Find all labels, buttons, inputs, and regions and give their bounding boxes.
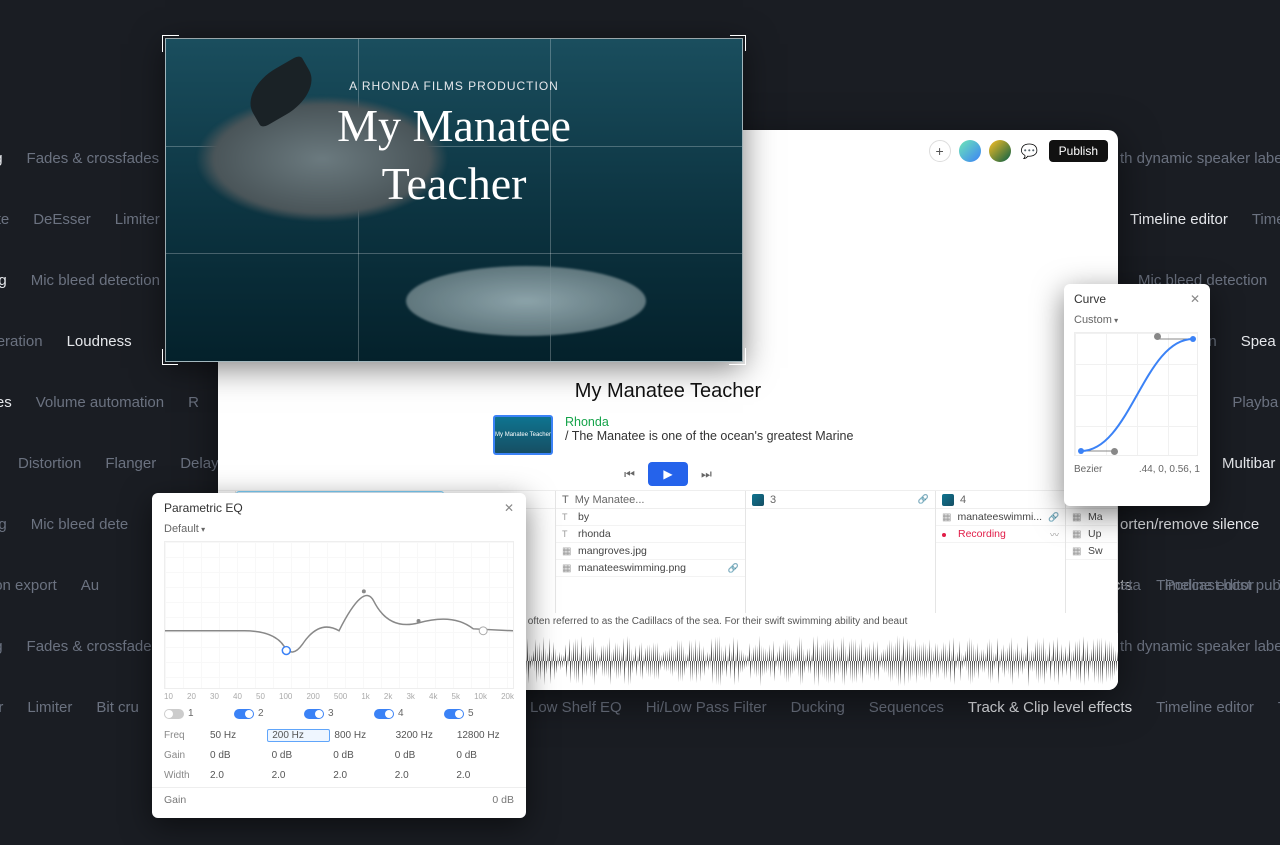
track-header: My Manatee... bbox=[575, 494, 645, 506]
curve-handle[interactable] bbox=[1111, 448, 1118, 455]
eq-band-toggle[interactable]: 5 bbox=[444, 708, 514, 719]
link-icon: 🔗 bbox=[918, 494, 929, 505]
eq-row-label: Freq bbox=[164, 730, 206, 741]
eq-width-value[interactable]: 2.0 bbox=[329, 770, 391, 781]
add-button[interactable]: + bbox=[929, 140, 951, 162]
eq-band-toggle[interactable]: 2 bbox=[234, 708, 304, 719]
eq-gain-value[interactable]: 0 dB bbox=[268, 750, 330, 761]
parametric-eq-panel[interactable]: Parametric EQ ✕ Default 10203040501002005… bbox=[152, 493, 526, 818]
eq-freq-value[interactable]: 12800 Hz bbox=[453, 730, 514, 741]
preview-title: My ManateeTeacher bbox=[166, 97, 742, 212]
scene-number: 3 bbox=[770, 494, 776, 506]
timeline-col-tracks[interactable]: TMy Manatee... Tby Trhonda ▦mangroves.jp… bbox=[556, 491, 746, 613]
track-row: mangroves.jpg bbox=[578, 545, 647, 557]
track-row: manateeswimmi... bbox=[957, 511, 1042, 523]
eq-graph[interactable] bbox=[164, 541, 514, 689]
curve-graph[interactable] bbox=[1074, 332, 1198, 456]
video-preview[interactable]: A RHONDA FILMS PRODUCTION My ManateeTeac… bbox=[165, 38, 743, 362]
manatee-graphic-2 bbox=[406, 266, 646, 336]
track-row: manateeswimming.png bbox=[578, 562, 686, 574]
close-icon[interactable]: ✕ bbox=[504, 501, 514, 515]
track-row: Up bbox=[1088, 528, 1101, 540]
preview-subtitle: A RHONDA FILMS PRODUCTION bbox=[166, 79, 742, 93]
eq-band-toggles: 12345 bbox=[152, 704, 526, 723]
playback-controls: ⏮ ▶ ⏭ bbox=[218, 462, 1118, 486]
curve-handle[interactable] bbox=[1154, 333, 1161, 340]
eq-width-value[interactable]: 2.0 bbox=[391, 770, 453, 781]
curve-values: .44, 0, 0.56, 1 bbox=[1139, 464, 1200, 475]
document-title[interactable]: My Manatee Teacher bbox=[218, 380, 1118, 403]
caption: They're often referred to as the Cadilla… bbox=[486, 613, 1118, 633]
avatar-1[interactable] bbox=[959, 140, 981, 162]
speaker-name[interactable]: Rhonda bbox=[493, 415, 1058, 429]
timeline-col-3[interactable]: 3🔗 bbox=[746, 491, 936, 613]
eq-width-value[interactable]: 2.0 bbox=[452, 770, 514, 781]
next-button[interactable]: ⏭ bbox=[692, 463, 720, 485]
editor-topbar: + 💬 Publish bbox=[929, 140, 1108, 162]
scene-icon bbox=[752, 494, 764, 506]
eq-preset-dropdown[interactable]: Default bbox=[152, 523, 526, 541]
track-row: Sw bbox=[1088, 545, 1103, 557]
eq-freq-value[interactable]: 50 Hz bbox=[206, 730, 267, 741]
eq-row-label: Width bbox=[164, 770, 206, 781]
eq-footer-label: Gain bbox=[164, 794, 186, 806]
eq-freq-value[interactable]: 3200 Hz bbox=[392, 730, 453, 741]
eq-band-toggle[interactable]: 3 bbox=[304, 708, 374, 719]
eq-width-value[interactable]: 2.0 bbox=[206, 770, 268, 781]
script-line[interactable]: / The Manatee is one of the ocean's grea… bbox=[493, 429, 1058, 443]
scene-icon bbox=[942, 494, 954, 506]
link-icon: 🔗 bbox=[728, 563, 739, 574]
link-icon: 🔗 bbox=[1048, 512, 1059, 523]
script-thumbnail[interactable]: My Manatee Teacher bbox=[493, 415, 553, 455]
prev-button[interactable]: ⏮ bbox=[616, 463, 644, 485]
track-row: Ma bbox=[1088, 511, 1103, 523]
publish-button[interactable]: Publish bbox=[1049, 140, 1108, 162]
timeline-col-4[interactable]: 4 ▦manateeswimmi...🔗 Recording〰 bbox=[936, 491, 1066, 613]
curve-panel[interactable]: Curve ✕ Custom Bezier .44, 0, 0.56, 1 bbox=[1064, 284, 1210, 506]
eq-footer-value: 0 dB bbox=[492, 794, 514, 806]
timeline-col-5[interactable]: ▦Ma ▦Up ▦Sw bbox=[1066, 491, 1118, 613]
curve-title: Curve bbox=[1074, 292, 1106, 306]
eq-x-ticks: 10203040501002005001k2k3k4k5k10k20k bbox=[152, 689, 526, 704]
wave-icon: 〰 bbox=[1050, 528, 1059, 541]
close-icon[interactable]: ✕ bbox=[1190, 292, 1200, 306]
script-area[interactable]: My Manatee Teacher Rhonda / The Manatee … bbox=[493, 415, 1058, 455]
eq-title: Parametric EQ bbox=[164, 501, 243, 515]
eq-gain-value[interactable]: 0 dB bbox=[329, 750, 391, 761]
eq-width-value[interactable]: 2.0 bbox=[268, 770, 330, 781]
eq-freq-value[interactable]: 800 Hz bbox=[330, 730, 391, 741]
track-row-recording: Recording bbox=[958, 528, 1006, 540]
avatar-2[interactable] bbox=[989, 140, 1011, 162]
track-row: by bbox=[578, 511, 589, 523]
track-row: rhonda bbox=[578, 528, 611, 540]
curve-type: Bezier bbox=[1074, 464, 1102, 475]
eq-row-label: Gain bbox=[164, 750, 206, 761]
eq-band-toggle[interactable]: 4 bbox=[374, 708, 444, 719]
eq-gain-value[interactable]: 0 dB bbox=[206, 750, 268, 761]
scene-number: 4 bbox=[960, 494, 966, 506]
eq-gain-value[interactable]: 0 dB bbox=[391, 750, 453, 761]
play-button[interactable]: ▶ bbox=[648, 462, 688, 486]
curve-preset-dropdown[interactable]: Custom bbox=[1064, 314, 1210, 332]
comment-icon[interactable]: 💬 bbox=[1019, 140, 1041, 162]
eq-gain-value[interactable]: 0 dB bbox=[452, 750, 514, 761]
eq-freq-value[interactable]: 200 Hz bbox=[267, 729, 330, 742]
eq-band-toggle[interactable]: 1 bbox=[164, 708, 234, 719]
